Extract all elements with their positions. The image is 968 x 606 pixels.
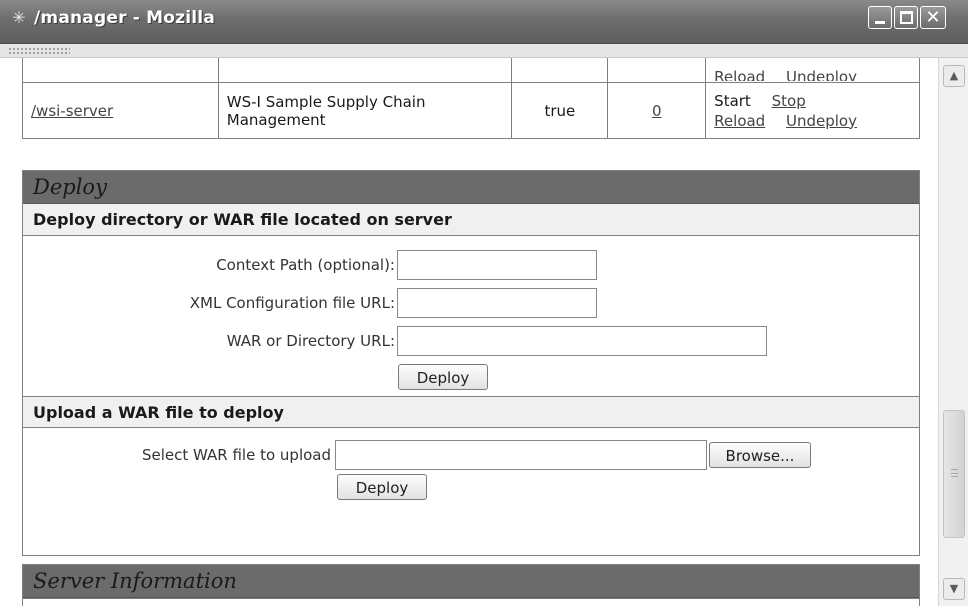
- table-row: Reload Undeploy: [22, 58, 920, 83]
- scroll-up-button[interactable]: ▲: [943, 65, 965, 87]
- table-row: /wsi-server WS-I Sample Supply Chain Man…: [22, 82, 920, 139]
- start-command: Start: [714, 91, 751, 110]
- mozilla-icon: ✳: [12, 8, 26, 27]
- server-info-section: Server Information: [22, 564, 920, 606]
- undeploy-link[interactable]: Undeploy: [786, 112, 857, 130]
- toolbar-grip[interactable]: [8, 47, 70, 54]
- deploy-section-title: Deploy: [23, 171, 919, 204]
- app-path-link[interactable]: /wsi-server: [31, 102, 113, 120]
- war-dir-row: WAR or Directory URL:: [23, 322, 919, 360]
- stop-link[interactable]: Stop: [772, 92, 806, 110]
- war-dir-label: WAR or Directory URL:: [226, 332, 395, 350]
- war-file-input[interactable]: [335, 440, 707, 470]
- grip-lines-icon: [951, 469, 958, 477]
- minimize-button[interactable]: [868, 6, 892, 29]
- context-path-input[interactable]: [397, 250, 597, 280]
- server-info-table: [23, 598, 919, 606]
- upload-war-row: Select WAR file to upload Browse...: [23, 436, 919, 474]
- toolbar-strip: [0, 44, 968, 58]
- minimize-icon: [875, 21, 885, 24]
- sessions-link[interactable]: 0: [652, 102, 662, 120]
- vertical-scrollbar[interactable]: ▲ ▼: [938, 58, 968, 606]
- app-commands-cell: Reload Undeploy: [705, 58, 920, 83]
- close-button[interactable]: ✕: [920, 6, 946, 29]
- war-dir-input[interactable]: [397, 326, 767, 356]
- undeploy-link[interactable]: Undeploy: [786, 68, 857, 81]
- deploy-server-heading: Deploy directory or WAR file located on …: [23, 204, 919, 236]
- maximize-icon: [900, 11, 913, 24]
- page-viewport: Reload Undeploy /wsi-server WS-I Sample …: [0, 58, 938, 606]
- maximize-button[interactable]: [894, 6, 918, 29]
- deploy-upload-button[interactable]: Deploy: [337, 474, 427, 500]
- context-path-label: Context Path (optional):: [216, 256, 395, 274]
- app-sessions-cell: [607, 58, 707, 83]
- window-title: /manager - Mozilla: [34, 8, 215, 28]
- app-running-cell: [511, 58, 609, 83]
- xml-config-label: XML Configuration file URL:: [189, 294, 395, 312]
- deploy-server-actions: Deploy: [23, 360, 919, 396]
- app-running-cell: true: [511, 82, 609, 139]
- xml-config-row: XML Configuration file URL:: [23, 284, 919, 322]
- close-icon: ✕: [925, 7, 941, 28]
- scrollbar-thumb[interactable]: [943, 410, 965, 538]
- upload-war-heading: Upload a WAR file to deploy: [23, 396, 919, 428]
- reload-link[interactable]: Reload: [714, 68, 765, 81]
- applications-table: Reload Undeploy /wsi-server WS-I Sample …: [22, 58, 920, 139]
- app-path-cell: [22, 58, 219, 83]
- chevron-down-icon: ▼: [949, 582, 959, 595]
- deploy-section: Deploy Deploy directory or WAR file loca…: [22, 170, 920, 556]
- app-sessions-cell: 0: [607, 82, 707, 139]
- context-path-row: Context Path (optional):: [23, 246, 919, 284]
- app-commands-cell: Start Stop Reload Undeploy: [705, 82, 920, 139]
- browse-button[interactable]: Browse...: [709, 442, 811, 468]
- app-path-cell: /wsi-server: [22, 82, 219, 139]
- server-info-title: Server Information: [23, 565, 919, 598]
- deploy-server-button[interactable]: Deploy: [398, 364, 488, 390]
- chevron-up-icon: ▲: [949, 69, 959, 82]
- app-display-name-cell: WS-I Sample Supply Chain Management: [217, 82, 513, 139]
- xml-config-input[interactable]: [397, 288, 597, 318]
- select-war-label: Select WAR file to upload: [141, 446, 331, 464]
- reload-link[interactable]: Reload: [714, 112, 765, 130]
- app-display-name-cell: [217, 58, 513, 83]
- scroll-down-button[interactable]: ▼: [943, 578, 965, 600]
- upload-actions: Deploy: [23, 474, 919, 510]
- window-titlebar: ✳ /manager - Mozilla ✕: [0, 0, 968, 44]
